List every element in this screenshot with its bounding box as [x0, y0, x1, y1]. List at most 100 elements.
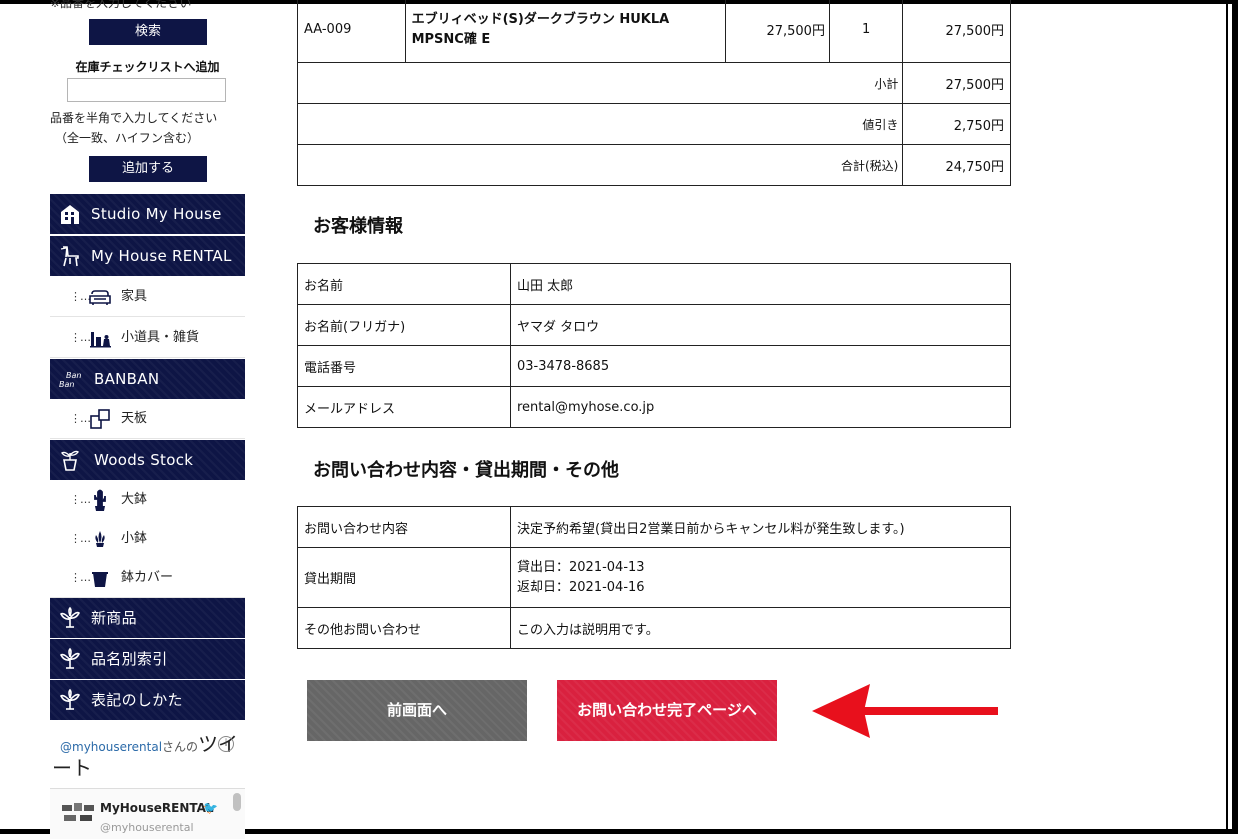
- board-icon: [90, 409, 110, 429]
- sidebar-subitem-label: 天板: [121, 411, 148, 426]
- twitter-suffix: さんの: [162, 740, 199, 754]
- sidebar-item-woods-stock[interactable]: Woods Stock: [50, 440, 245, 480]
- frame-right-border: [1232, 0, 1238, 834]
- sidebar-item-label: Studio My House: [91, 205, 222, 223]
- table-row: 小計 27,500円: [296, 62, 1011, 104]
- sidebar-subitem-furniture[interactable]: ⋮… 家具: [50, 277, 245, 317]
- furigana-label: お名前(フリガナ): [297, 304, 511, 346]
- sidebar-cut-text: ※品番を入力してください: [50, 0, 192, 10]
- sprout-icon: [59, 688, 81, 710]
- rental-start-date: 貸出日：2021-04-13: [517, 559, 645, 575]
- table-row: AA-009 エブリィベッド(S)ダークブラウン HUKLA MPSNC確 E …: [297, 0, 1011, 63]
- sidebar-subitem-label: 鉢カバー: [121, 570, 174, 585]
- email-value: rental@myhose.co.jp: [510, 386, 1011, 428]
- sprout-icon: [59, 647, 81, 669]
- sidebar-item-label: My House RENTAL: [91, 247, 232, 265]
- order-table: AA-009 エブリィベッド(S)ダークブラウン HUKLA MPSNC確 E …: [296, 0, 1011, 186]
- phone-label: 電話番号: [297, 345, 511, 387]
- twitter-tweet-word2: ート: [52, 756, 92, 780]
- sidebar-item-banban[interactable]: Ban Ban BANBAN: [50, 359, 245, 399]
- sidebar-subitem-tenban[interactable]: ⋮… 天板: [50, 399, 245, 439]
- tree-dots-icon: ⋮…: [70, 493, 91, 506]
- frame-right-inner-border: [1226, 4, 1228, 829]
- twitter-bird-icon: 🐦: [203, 801, 218, 815]
- item-name: エブリィベッド(S)ダークブラウン HUKLA MPSNC確 E: [404, 0, 727, 63]
- table-row: 貸出期間 貸出日：2021-04-13 返却日：2021-04-16: [297, 547, 1011, 608]
- stock-check-title: 在庫チェックリストへ追加: [75, 60, 220, 74]
- sidebar-item-label: 品名別索引: [91, 650, 168, 668]
- item-price: 27,500円: [725, 0, 830, 63]
- table-row: お問い合わせ内容 決定予約希望(貸出日2営業日前からキャンセル料が発生致します。…: [297, 506, 1011, 548]
- other-inquiry-value: この入力は説明用です。: [510, 607, 1011, 649]
- sidebar-subitem-label: 家具: [121, 289, 148, 304]
- info-icon[interactable]: i: [218, 736, 234, 752]
- sidebar-item-label: 表記のしかた: [91, 691, 183, 709]
- table-row: 電話番号 03-3478-8685: [297, 345, 1011, 387]
- twitter-timeline[interactable]: MyHouseRENTAL 🐦 @myhouserental: [50, 788, 245, 839]
- stock-check-input[interactable]: [67, 78, 226, 102]
- banban-logo-icon: Ban Ban: [59, 371, 81, 389]
- sidebar-item-label: BANBAN: [94, 370, 160, 388]
- sidebar-subitem-label: 小鉢: [121, 531, 148, 546]
- other-inquiry-label: その他お問い合わせ: [297, 607, 511, 649]
- cactus-icon: [94, 489, 106, 511]
- phone-value: 03-3478-8685: [510, 345, 1011, 387]
- tree-dots-icon: ⋮…: [70, 331, 91, 344]
- rental-period-value: 貸出日：2021-04-13 返却日：2021-04-16: [510, 547, 1011, 608]
- scrollbar-thumb[interactable]: [233, 793, 241, 811]
- sidebar-subitem-goods[interactable]: ⋮… 小道具・雑貨: [50, 318, 245, 358]
- sidebar-item-new-items[interactable]: 新商品: [50, 598, 245, 638]
- furigana-value: ヤマダ タロウ: [510, 304, 1011, 346]
- name-value: 山田 太郎: [510, 263, 1011, 305]
- discount-label: 値引き: [296, 103, 904, 145]
- inquiry-content-value: 決定予約希望(貸出日2営業日前からキャンセル料が発生致します。): [510, 506, 1011, 548]
- inquiry-title: お問い合わせ内容・貸出期間・その他: [313, 460, 619, 481]
- add-button[interactable]: 追加する: [89, 156, 207, 182]
- table-row: 値引き 2,750円: [296, 103, 1011, 145]
- search-button[interactable]: 検索: [89, 19, 207, 45]
- pot-cover-icon: [92, 572, 108, 587]
- sidebar-item-label: 新商品: [91, 609, 137, 627]
- item-qty: 1: [828, 0, 904, 63]
- tree-dots-icon: ⋮…: [70, 532, 91, 545]
- stock-note-line1: 品番を半角で入力してください: [50, 111, 218, 125]
- twitter-account-name[interactable]: MyHouseRENTAL: [100, 801, 214, 815]
- total-label: 合計(税込): [296, 144, 904, 186]
- subtotal-label: 小計: [296, 62, 904, 104]
- sidebar-item-notation[interactable]: 表記のしかた: [50, 680, 245, 720]
- sidebar-subitem-label: 小道具・雑貨: [121, 330, 200, 345]
- avatar: [62, 803, 94, 821]
- table-row: お名前(フリガナ) ヤマダ タロウ: [297, 304, 1011, 346]
- sidebar-subitem-large-pot[interactable]: ⋮… 大鉢: [50, 480, 245, 520]
- sidebar-subitem-pot-cover[interactable]: ⋮… 鉢カバー: [50, 558, 245, 598]
- sidebar-subitem-small-pot[interactable]: ⋮… 小鉢: [50, 519, 245, 559]
- tree-dots-icon: ⋮…: [70, 290, 91, 303]
- back-button[interactable]: 前画面へ: [307, 680, 527, 741]
- chair-icon: [60, 246, 79, 267]
- email-label: メールアドレス: [297, 386, 511, 428]
- inquiry-table: お問い合わせ内容 決定予約希望(貸出日2営業日前からキャンセル料が発生致します。…: [297, 506, 1011, 649]
- customer-info-title: お客様情報: [313, 216, 403, 237]
- sidebar-item-label: Woods Stock: [94, 451, 194, 469]
- sidebar-item-my-house-rental[interactable]: My House RENTAL: [50, 236, 245, 276]
- tree-dots-icon: ⋮…: [70, 571, 91, 584]
- subtotal-value: 27,500円: [902, 62, 1011, 104]
- svg-text:Ban: Ban: [59, 380, 74, 389]
- table-row: メールアドレス rental@myhose.co.jp: [297, 386, 1011, 428]
- sprout-icon: [59, 606, 81, 628]
- item-code: AA-009: [297, 0, 406, 63]
- sidebar-item-index[interactable]: 品名別索引: [50, 639, 245, 679]
- table-row: 合計(税込) 24,750円: [296, 144, 1011, 186]
- plant-pot-icon: [60, 450, 80, 471]
- sidebar-item-studio-my-house[interactable]: Studio My House: [50, 194, 245, 234]
- discount-value: 2,750円: [902, 103, 1011, 145]
- stock-check-note: 品番を半角で入力してください （全一致、ハイフン含む）: [50, 108, 245, 148]
- red-arrow-icon: [812, 684, 998, 738]
- sofa-icon: [89, 290, 111, 305]
- table-row: その他お問い合わせ この入力は説明用です。: [297, 607, 1011, 649]
- succulent-icon: [95, 531, 105, 547]
- inquiry-content-label: お問い合わせ内容: [297, 506, 511, 548]
- tree-dots-icon: ⋮…: [70, 412, 91, 425]
- name-label: お名前: [297, 263, 511, 305]
- complete-inquiry-button[interactable]: お問い合わせ完了ページへ: [557, 680, 777, 741]
